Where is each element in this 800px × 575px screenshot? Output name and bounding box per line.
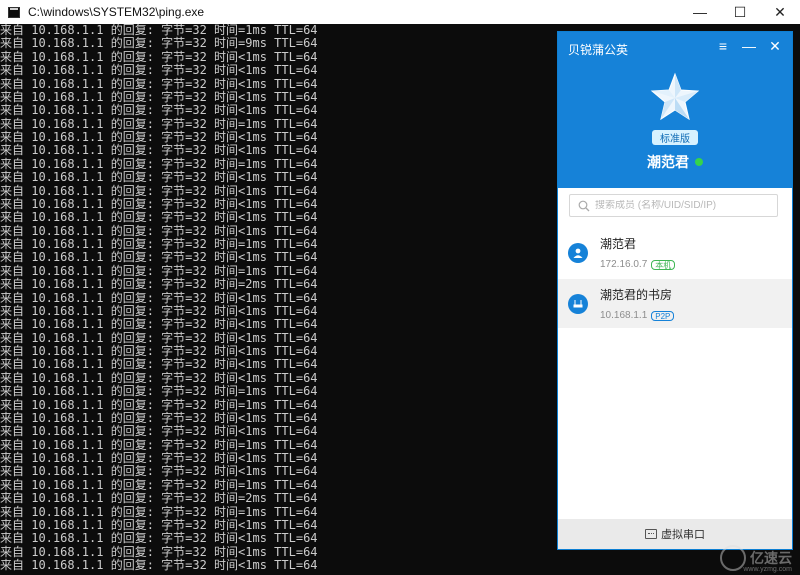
user-name: 潮范君 (647, 154, 689, 170)
current-user: 潮范君 (558, 152, 792, 172)
vpn-client-panel: 贝锐蒲公英 ≡ — ✕ 标准版 潮范君 搜索成员 (名称/UID/SID/IP)… (557, 31, 793, 550)
panel-close-button[interactable]: ✕ (762, 37, 788, 55)
router-icon (568, 293, 588, 314)
member-info: 潮范君 172.16.0.7 本机 (600, 235, 676, 270)
member-name: 潮范君 (600, 237, 637, 251)
panel-window-controls: ≡ — ✕ (710, 37, 788, 55)
member-item[interactable]: 潮范君 172.16.0.7 本机 (558, 228, 792, 277)
cmd-app-icon (8, 6, 20, 18)
panel-header: 贝锐蒲公英 ≡ — ✕ 标准版 潮范君 (558, 32, 792, 188)
member-tag: P2P (651, 310, 675, 321)
member-name: 潮范君的书房 (600, 288, 673, 302)
menu-button[interactable]: ≡ (710, 37, 736, 55)
console-titlebar: C:\windows\SYSTEM32\ping.exe — ☐ ✕ (0, 0, 800, 24)
star-logo-icon (650, 72, 700, 122)
minimize-button[interactable]: — (680, 0, 720, 24)
online-status-icon (695, 158, 703, 166)
watermark-url: www.yzmg.com (743, 566, 792, 573)
footer-label: 虚拟串口 (661, 529, 705, 541)
edition-badge: 标准版 (652, 130, 698, 145)
panel-title: 贝锐蒲公英 (568, 43, 629, 57)
user-icon (568, 242, 588, 263)
member-tag: 本机 (651, 259, 676, 270)
console-window-title: C:\windows\SYSTEM32\ping.exe (28, 5, 205, 19)
member-ip: 10.168.1.1 (600, 310, 648, 321)
close-button[interactable]: ✕ (760, 0, 800, 24)
maximize-button[interactable]: ☐ (720, 0, 760, 24)
watermark: 亿速云 www.yzmg.com (720, 545, 792, 573)
member-meta: 172.16.0.7 本机 (600, 259, 676, 270)
member-ip: 172.16.0.7 (600, 259, 648, 270)
member-search[interactable] (569, 194, 778, 217)
member-meta: 10.168.1.1 P2P (600, 310, 675, 321)
watermark-text: 亿速云 (750, 550, 792, 566)
console-window-controls: — ☐ ✕ (680, 0, 800, 24)
search-input[interactable] (595, 200, 765, 211)
panel-minimize-button[interactable]: — (736, 37, 762, 55)
console-line: 来自 10.168.1.1 的回复: 字节=32 时间<1ms TTL=64 (0, 558, 318, 572)
member-item[interactable]: 潮范君的书房 10.168.1.1 P2P (558, 279, 792, 328)
member-info: 潮范君的书房 10.168.1.1 P2P (600, 286, 675, 321)
search-icon (575, 197, 593, 215)
serial-port-icon (645, 529, 657, 539)
